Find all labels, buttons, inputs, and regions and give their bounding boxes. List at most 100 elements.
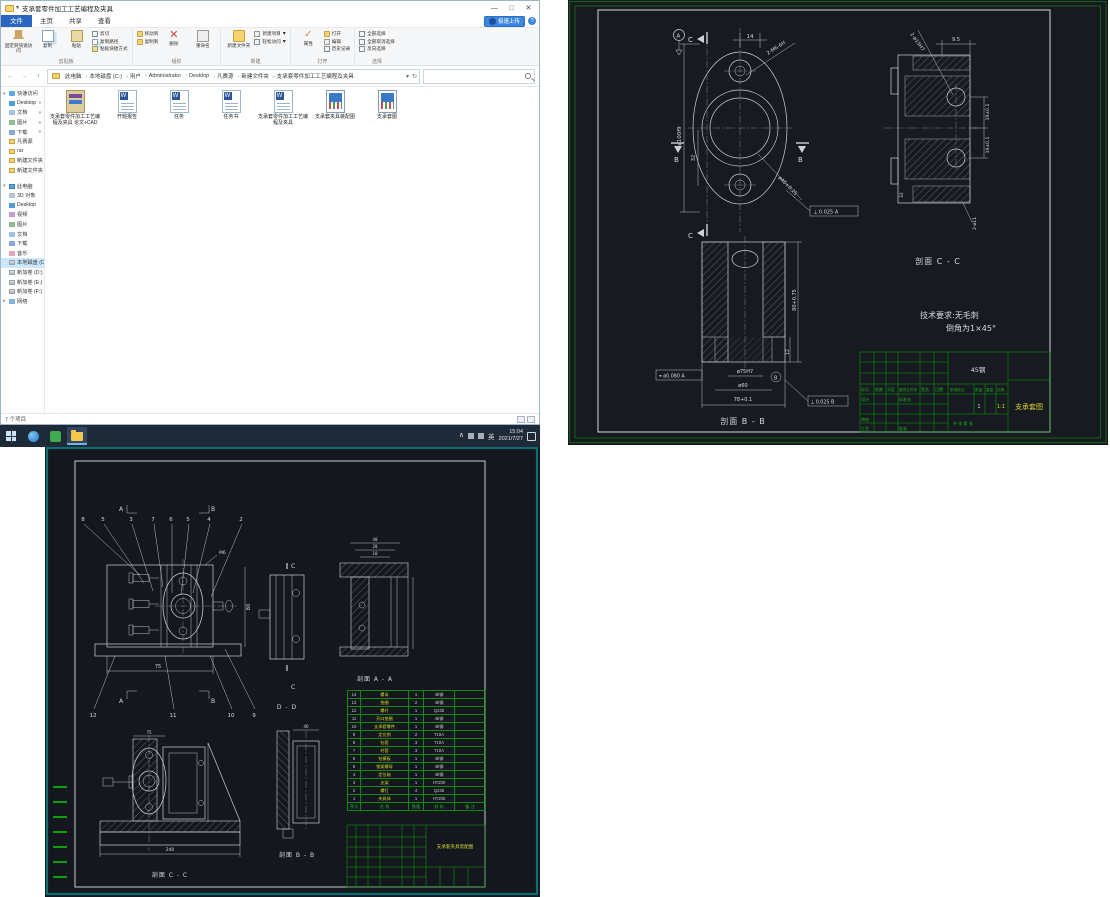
paste-button[interactable]: 粘贴 xyxy=(62,29,91,48)
open-button[interactable]: 打开 xyxy=(324,31,350,37)
search-input[interactable] xyxy=(423,69,535,84)
invert-selection-button[interactable]: 反向选择 xyxy=(359,46,395,52)
thumbnail-view-toggle-icon[interactable] xyxy=(527,416,535,423)
start-button[interactable] xyxy=(0,425,22,447)
taskbar-clock[interactable]: 15:04 2021/7/27 xyxy=(499,429,523,442)
taskbar-explorer-button[interactable] xyxy=(67,427,87,445)
sidebar-item-videos[interactable]: 视频 xyxy=(1,210,44,220)
dim-height: 80 xyxy=(246,604,252,610)
sidebar-item-volume-d[interactable]: 新加卷 (D:) xyxy=(1,268,44,278)
bom-row: 6钻模板145钢 xyxy=(348,755,486,763)
qat-customize-icon[interactable]: ▾ xyxy=(16,5,19,11)
sidebar-item-downloads[interactable]: 下载∗ xyxy=(1,127,44,137)
forward-button[interactable]: → xyxy=(19,71,30,82)
address-box[interactable]: 此电脑 本地磁盘 (C:) 用户 Administrator Desktop 凡… xyxy=(47,69,420,84)
breadcrumb-item[interactable]: 凡赛源 xyxy=(212,72,234,80)
svg-text:4: 4 xyxy=(207,517,211,523)
minimize-button[interactable]: — xyxy=(486,2,503,15)
svg-text:日期: 日期 xyxy=(935,386,943,392)
select-none-button[interactable]: 全部取消选择 xyxy=(359,39,395,45)
cut-button[interactable]: 剪切 xyxy=(92,31,128,37)
copy-button[interactable]: 复制 xyxy=(33,29,62,48)
paste-shortcut-button[interactable]: 粘贴快捷方式 xyxy=(92,46,128,52)
title-bar[interactable]: ▾ 支承套零件加工工艺编程及夹具 — □ ✕ xyxy=(1,1,539,15)
speed-upload-button[interactable]: 极速上传 xyxy=(484,16,525,27)
sidebar-item-folder[interactable]: 新建文件夹 (2) xyxy=(1,166,44,176)
history-button[interactable]: 历史记录 xyxy=(324,46,350,52)
svg-text:比例: 比例 xyxy=(997,387,1005,392)
maximize-button[interactable]: □ xyxy=(503,2,520,15)
ime-indicator[interactable]: 英 xyxy=(488,431,495,441)
network-tray-icon[interactable] xyxy=(468,433,474,439)
breadcrumb-item[interactable]: Administrator xyxy=(144,73,182,79)
list-view-toggle-icon[interactable] xyxy=(517,416,525,423)
breadcrumb-item[interactable]: 新建文件夹 xyxy=(237,72,270,80)
close-button[interactable]: ✕ xyxy=(520,2,537,15)
sidebar-item-folder[interactable]: 凡赛源 xyxy=(1,137,44,147)
sidebar-item-music[interactable]: 音乐 xyxy=(1,249,44,259)
sidebar-item-folder[interactable]: rar xyxy=(1,147,44,157)
taskbar-app-button[interactable] xyxy=(45,427,65,445)
select-all-button[interactable]: 全部选择 xyxy=(359,31,395,37)
sidebar-network[interactable]: ▸网络 xyxy=(1,296,44,306)
paste-icon xyxy=(71,30,83,42)
sidebar-item-volume-e[interactable]: 新加卷 (E:) xyxy=(1,277,44,287)
taskbar-browser-button[interactable] xyxy=(23,427,43,445)
sidebar-item-documents[interactable]: 文档 xyxy=(1,229,44,239)
refresh-icon[interactable]: ↻ xyxy=(412,73,417,80)
sidebar-item-desktop[interactable]: Desktop∗ xyxy=(1,99,44,109)
bom-row: 11开口垫圈145钢 xyxy=(348,715,486,723)
new-folder-button[interactable]: 新建文件夹 xyxy=(224,29,253,48)
help-icon[interactable]: ? xyxy=(528,17,536,25)
file-item[interactable]: 支承套零件加工工艺编程及夹具 xyxy=(258,90,308,126)
pin-quick-access-button[interactable]: 固定到快速访问 xyxy=(4,29,33,54)
breadcrumb-item[interactable]: 此电脑 xyxy=(64,72,83,80)
easy-access-button[interactable]: 轻松访问▾ xyxy=(254,39,285,45)
notification-center-icon[interactable] xyxy=(527,432,536,441)
svg-text:3: 3 xyxy=(129,517,133,523)
address-dropdown-icon[interactable]: ▾ xyxy=(406,73,409,80)
breadcrumb-item[interactable]: 本地磁盘 (C:) xyxy=(85,72,124,80)
copy-path-button[interactable]: 复制路径 xyxy=(92,39,128,45)
sidebar-quick-access[interactable]: ▾快速访问 xyxy=(1,89,44,99)
sidebar-item-folder[interactable]: 新建文件夹 xyxy=(1,156,44,166)
sidebar-item-downloads[interactable]: 下载 xyxy=(1,239,44,249)
properties-button[interactable]: ✓ 属性 xyxy=(294,29,323,46)
tab-share[interactable]: 共享 xyxy=(61,15,90,27)
dim-side-offset: 9.5 xyxy=(952,37,960,43)
sidebar-item-3d-objects[interactable]: 3D 对象 xyxy=(1,191,44,201)
tab-file[interactable]: 文件 xyxy=(1,15,32,27)
file-item[interactable]: 任务 xyxy=(154,90,204,120)
breadcrumb-item[interactable]: 支承套零件加工工艺编程及夹具 xyxy=(272,72,355,80)
breadcrumb-item[interactable]: Desktop xyxy=(184,73,210,79)
back-button[interactable]: ← xyxy=(5,71,16,82)
tab-home[interactable]: 主页 xyxy=(32,15,61,27)
bom-row: 1夹具体1HT200 xyxy=(348,795,486,803)
tray-expand-icon[interactable]: ∧ xyxy=(459,431,464,441)
rename-button[interactable]: 重命名 xyxy=(188,29,217,48)
dim-bore-fit: ø75H7 xyxy=(737,369,753,375)
sidebar-item-desktop[interactable]: Desktop xyxy=(1,201,44,211)
new-item-button[interactable]: 新建项目▾ xyxy=(254,31,285,37)
tab-view[interactable]: 查看 xyxy=(90,15,119,27)
file-item[interactable]: 支承套图 xyxy=(362,90,412,120)
delete-button[interactable]: ✕ 删除 xyxy=(159,29,188,46)
sidebar-item-pictures[interactable]: 图片∗ xyxy=(1,118,44,128)
sidebar-item-pictures[interactable]: 图片 xyxy=(1,220,44,230)
edit-button[interactable]: 编辑 xyxy=(324,39,350,45)
sidebar-item-volume-f[interactable]: 新加卷 (F:) xyxy=(1,287,44,297)
file-item[interactable]: 开题报告 xyxy=(102,90,152,120)
file-item[interactable]: 支承套夹具装配图 xyxy=(310,90,360,120)
copy-to-button[interactable]: 复制到 xyxy=(137,39,159,45)
sidebar-this-pc[interactable]: ▾此电脑 xyxy=(1,181,44,191)
breadcrumb-item[interactable]: 用户 xyxy=(125,72,142,80)
move-to-button[interactable]: 移动到 xyxy=(137,31,159,37)
up-button[interactable]: ↑ xyxy=(33,71,44,82)
delete-icon: ✕ xyxy=(169,29,178,41)
address-folder-icon xyxy=(52,73,60,79)
file-item[interactable]: 任务书 xyxy=(206,90,256,120)
sidebar-item-local-disk-c[interactable]: 本地磁盘 (C:) xyxy=(1,258,44,268)
volume-tray-icon[interactable] xyxy=(478,433,484,439)
file-item[interactable]: 支承套零件加工工艺编程及夹具 论文+CAD xyxy=(50,90,100,126)
sidebar-item-documents[interactable]: 文档∗ xyxy=(1,108,44,118)
